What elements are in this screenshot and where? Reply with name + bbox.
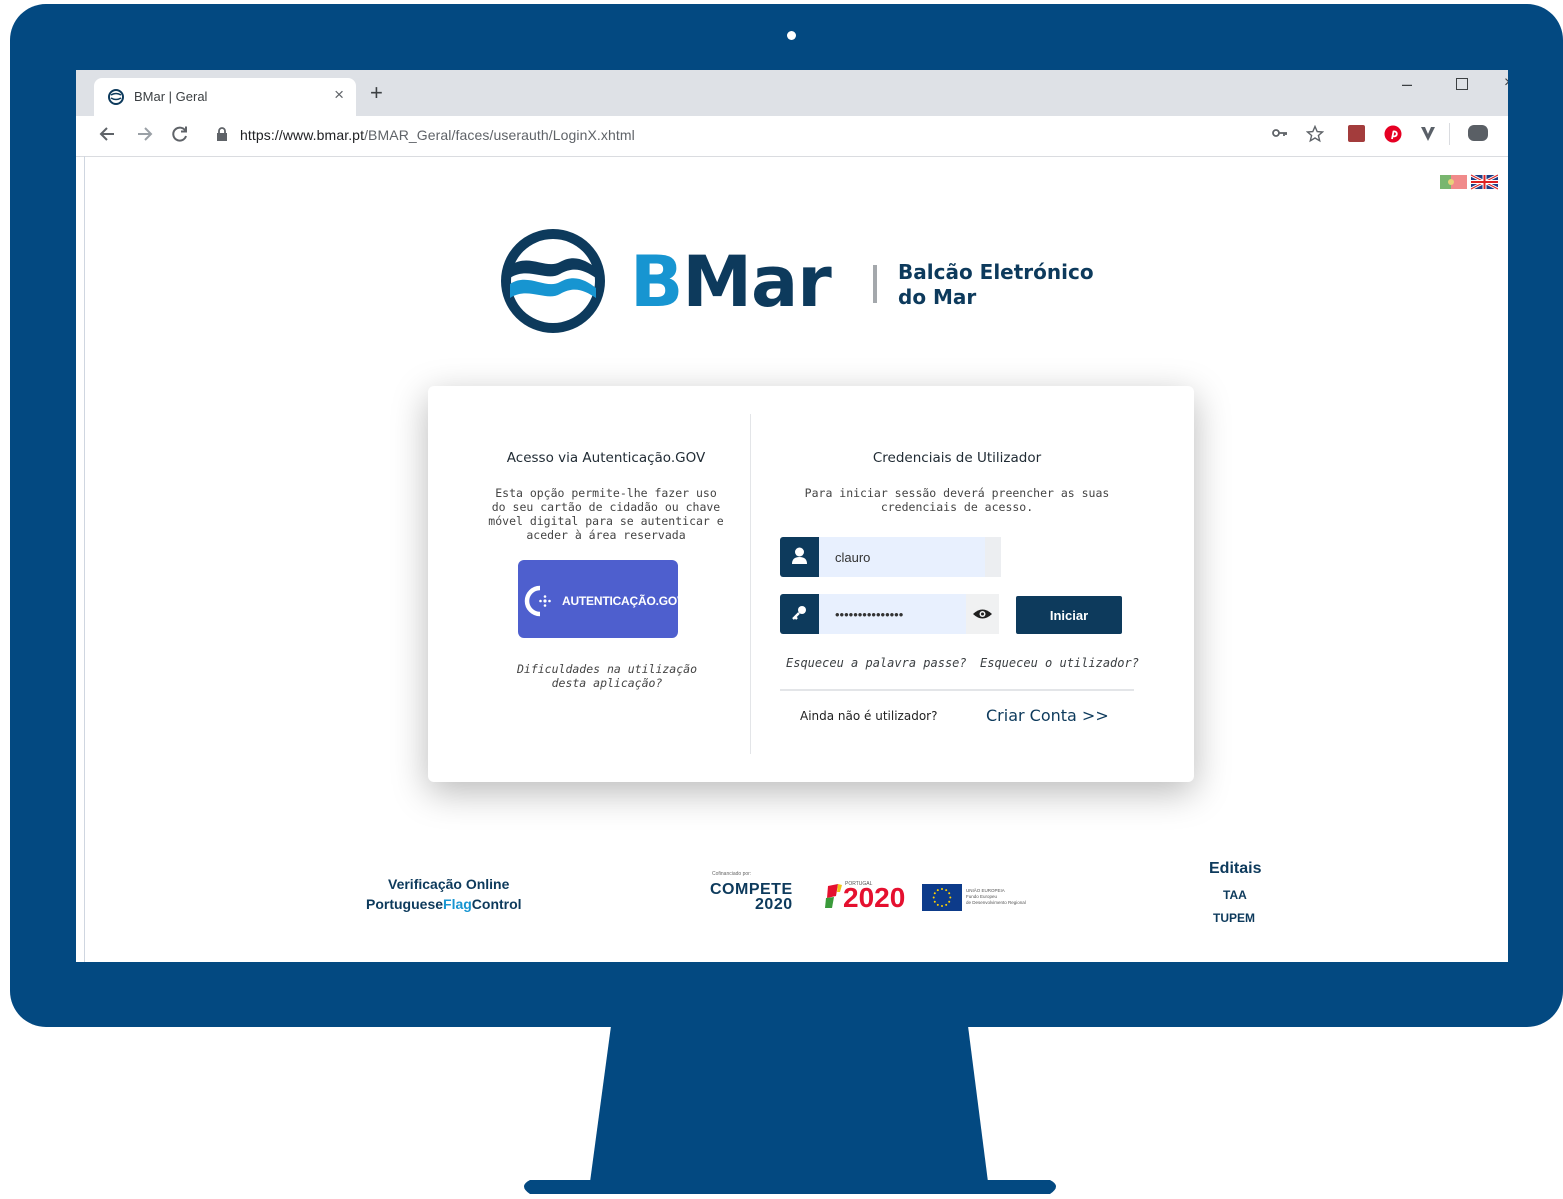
username-field-group [780, 537, 1002, 577]
login-card: Acesso via Autenticação.GOV Esta opção p… [428, 386, 1194, 782]
autgov-button[interactable]: AUTENTICAÇÃO.GOV [518, 560, 685, 638]
browser-screen: BMar | Geral × + – × https://www.bmar.pt… [76, 70, 1508, 962]
compete-2020-logo: COMPETE 2020 [710, 882, 793, 913]
brand-rest: Mar [682, 241, 831, 323]
brand-subtitle-line1: Balcão Eletrónico [898, 260, 1094, 284]
bmar-logo-icon [501, 229, 605, 333]
profile-extension-icon[interactable] [1468, 125, 1488, 141]
tupem-link[interactable]: TUPEM [1213, 911, 1255, 925]
brand-wordmark: BMar [630, 241, 832, 323]
autgov-help-link[interactable]: Dificuldades na utilização desta aplicaç… [502, 662, 712, 690]
browser-tab[interactable]: BMar | Geral × [94, 78, 356, 116]
pinterest-icon[interactable] [1384, 125, 1402, 143]
separator-line [780, 689, 1134, 691]
new-tab-button[interactable]: + [370, 82, 383, 104]
password-field-group [780, 594, 1002, 634]
window-close-button[interactable]: × [1504, 74, 1508, 92]
forgot-password-link[interactable]: Esqueceu a palavra passe? [786, 656, 967, 670]
portugal-2020-text: 2020 [843, 882, 906, 913]
show-password-eye-icon[interactable] [966, 594, 999, 634]
credentials-title: Credenciais de Utilizador [872, 450, 1042, 466]
tab-close-icon[interactable]: × [334, 85, 344, 105]
eu-text-line3: de Desenvolvimento Regional [966, 900, 1026, 905]
pfc-control: Control [471, 896, 522, 912]
autgov-title: Acesso via Autenticação.GOV [506, 450, 706, 466]
pfc-flag: Flag [443, 896, 472, 912]
username-input[interactable] [819, 537, 985, 577]
tab-strip: BMar | Geral × + – × [76, 70, 1508, 116]
credentials-description: Para iniciar sessão deverá preencher as … [804, 486, 1110, 514]
window-minimize-button[interactable]: – [1402, 74, 1412, 95]
forward-arrow-icon[interactable] [134, 124, 154, 144]
browser-toolbar: https://www.bmar.pt/BMAR_Geral/faces/use… [76, 116, 1508, 157]
url-text: https://www.bmar.pt/BMAR_Geral/faces/use… [240, 127, 635, 143]
brand-b: B [630, 241, 683, 323]
brand-subtitle-line2: do Mar [898, 285, 977, 309]
iniciar-button[interactable]: Iniciar [1016, 596, 1122, 634]
uk-flag-icon[interactable] [1470, 174, 1498, 190]
autgov-button-label: AUTENTICAÇÃO.GOV [562, 594, 685, 608]
user-icon [780, 537, 819, 577]
portuguese-flag-icon[interactable] [1440, 175, 1467, 189]
create-account-link[interactable]: Criar Conta >> [986, 706, 1109, 725]
window-maximize-button[interactable] [1456, 78, 1468, 90]
url-path: /BMAR_Geral/faces/userauth/LoginX.xhtml [364, 127, 635, 143]
bookmark-star-icon[interactable] [1306, 125, 1324, 143]
brand-subtitle: Balcão Eletrónico do Mar [898, 260, 1094, 310]
tab-title: BMar | Geral [134, 89, 208, 104]
eu-text: UNIÃO EUROPEIA Fundo Europeu de Desenvol… [966, 888, 1026, 906]
reload-icon[interactable] [170, 124, 190, 144]
forgot-username-link[interactable]: Esqueceu o utilizador? [980, 656, 1139, 670]
not-user-text: Ainda não é utilizador? [800, 709, 938, 723]
taa-link[interactable]: TAA [1223, 888, 1247, 902]
cofinanced-label: Cofinanciado por: [712, 871, 752, 877]
url-host: https://www.bmar.pt [240, 127, 365, 143]
page-border [84, 156, 85, 962]
card-divider [750, 414, 751, 754]
compete-year: 2020 [755, 896, 793, 913]
key-icon[interactable] [1272, 125, 1288, 141]
portugal-2020-emblem-icon [825, 884, 842, 908]
back-arrow-icon[interactable] [98, 124, 118, 144]
eu-flag-icon [922, 884, 962, 911]
password-input[interactable] [819, 594, 966, 634]
editais-heading: Editais [1209, 860, 1262, 877]
key-icon [780, 594, 819, 634]
autgov-icon [524, 585, 551, 617]
lock-icon [217, 127, 227, 141]
bmar-favicon-icon [108, 89, 124, 105]
username-addon [985, 537, 1001, 577]
vimeo-extension-icon[interactable] [1420, 125, 1436, 143]
pfc-portuguese: Portuguese [366, 896, 444, 912]
toolbar-separator [1449, 123, 1450, 145]
language-flags [1440, 174, 1498, 190]
pdf-extension-icon[interactable] [1348, 125, 1365, 142]
address-bar[interactable]: https://www.bmar.pt/BMAR_Geral/faces/use… [202, 120, 1242, 150]
autgov-description: Esta opção permite-lhe fazer uso do seu … [488, 486, 724, 542]
portuguese-flag-control-link[interactable]: PortugueseFlagControl [366, 896, 522, 912]
brand-divider [873, 265, 877, 303]
verification-online-link[interactable]: Verificação Online [388, 876, 509, 892]
